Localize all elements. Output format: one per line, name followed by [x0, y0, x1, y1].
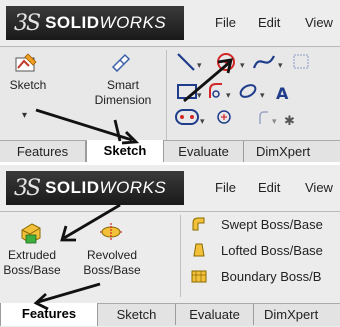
- swept-boss-icon[interactable]: [190, 216, 206, 232]
- menu-view[interactable]: View: [305, 15, 333, 30]
- sketch-tools-grid: ▾ ▾ ▾ ▾ ▾ ▾ A ▾ ▾ ✱: [175, 53, 309, 129]
- sketch-icon[interactable]: [14, 52, 40, 74]
- tab-features[interactable]: Features: [0, 303, 98, 326]
- slot-straight-icon: [175, 109, 199, 125]
- menu-file[interactable]: File: [215, 15, 236, 30]
- ribbon-group-separator: [166, 50, 167, 140]
- solidworks-logo: 3S SOLID WORKS: [6, 6, 184, 40]
- svg-text:▾: ▾: [226, 91, 231, 101]
- tab-sketch[interactable]: Sketch: [98, 304, 176, 325]
- spline-tool-icon: [252, 55, 275, 69]
- menu-file[interactable]: File: [215, 180, 236, 195]
- tab-evaluate[interactable]: Evaluate: [164, 141, 244, 162]
- ribbon-group-separator: [180, 215, 181, 297]
- logo-text-works: WORKS: [99, 13, 167, 32]
- extruded-boss-icon[interactable]: [18, 220, 44, 244]
- svg-text:▾: ▾: [197, 91, 202, 101]
- tab-sketch[interactable]: Sketch: [86, 140, 164, 162]
- lofted-boss-icon[interactable]: [191, 242, 207, 258]
- solidworks-logo: 3S SOLID WORKS: [6, 171, 184, 205]
- tab-dimxpert[interactable]: DimXpert: [254, 304, 340, 325]
- ds-logo-mark: 3S: [14, 10, 41, 36]
- smart-dimension-icon[interactable]: [110, 52, 132, 72]
- ds-logo-mark: 3S: [14, 175, 41, 201]
- title-bar: 3S SOLID WORKS File Edit View: [0, 165, 340, 211]
- tab-evaluate[interactable]: Evaluate: [176, 304, 254, 325]
- ribbon-divider: [0, 46, 340, 47]
- rectangle-tool-icon: [177, 84, 197, 99]
- lofted-boss-label[interactable]: Lofted Boss/Base: [221, 243, 323, 258]
- ribbon-divider: [0, 211, 340, 212]
- command-manager-tabs: Features Sketch Evaluate DimXpert: [0, 140, 340, 162]
- sketch-fillet-icon: [259, 111, 268, 124]
- tab-dimxpert[interactable]: DimXpert: [244, 141, 340, 162]
- title-bar: 3S SOLID WORKS File Edit View: [0, 0, 340, 46]
- extruded-boss-label[interactable]: Extruded Boss/Base: [0, 248, 64, 278]
- tab-features[interactable]: Features: [0, 141, 86, 162]
- sketch-toolbar-panel: 3S SOLID WORKS File Edit View Sketch ▾ Sm…: [0, 0, 340, 162]
- logo-text-solid: SOLID: [45, 13, 100, 32]
- text-tool-icon: A: [276, 84, 289, 103]
- svg-text:▾: ▾: [197, 61, 202, 71]
- menu-view[interactable]: View: [305, 180, 333, 195]
- boundary-boss-icon[interactable]: [190, 268, 208, 284]
- sketch-button-label[interactable]: Sketch: [2, 78, 54, 93]
- swept-boss-label[interactable]: Swept Boss/Base: [221, 217, 323, 232]
- svg-text:▾: ▾: [200, 117, 205, 127]
- svg-text:▾: ▾: [240, 61, 245, 71]
- menu-edit[interactable]: Edit: [258, 180, 280, 195]
- revolved-boss-icon[interactable]: [98, 221, 124, 243]
- smart-dimension-label[interactable]: Smart Dimension: [84, 78, 162, 108]
- menu-edit[interactable]: Edit: [258, 15, 280, 30]
- svg-text:▾: ▾: [260, 91, 265, 101]
- ellipse-tool-icon: [239, 84, 257, 98]
- logo-text-solid: SOLID: [45, 178, 100, 197]
- svg-text:▾: ▾: [272, 117, 277, 127]
- boundary-boss-label[interactable]: Boundary Boss/B: [221, 269, 321, 284]
- svg-text:▾: ▾: [278, 61, 283, 71]
- dropdown-arrow-icon[interactable]: ▾: [22, 110, 27, 121]
- line-tool-icon: [177, 53, 195, 71]
- revolved-boss-label[interactable]: Revolved Boss/Base: [76, 248, 148, 278]
- logo-text-works: WORKS: [99, 178, 167, 197]
- features-toolbar-panel: 3S SOLID WORKS File Edit View Extruded Bo…: [0, 165, 340, 327]
- point-tool-icon: ✱: [284, 114, 295, 129]
- command-manager-tabs: Features Sketch Evaluate DimXpert: [0, 303, 340, 326]
